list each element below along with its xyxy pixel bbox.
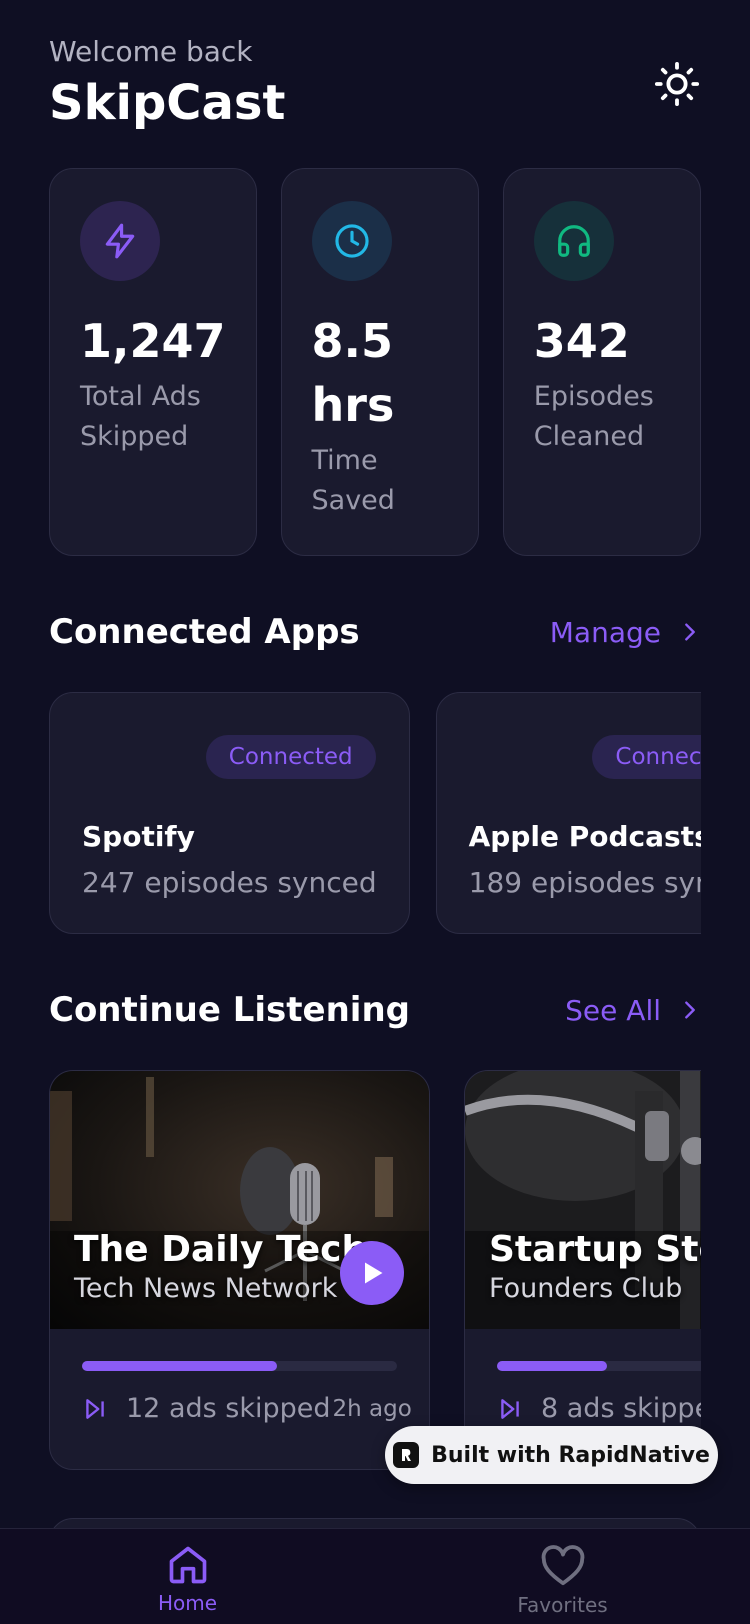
episode-title: The Daily Tech xyxy=(74,1229,368,1270)
home-icon xyxy=(169,1546,206,1584)
welcome-text: Welcome back xyxy=(49,35,253,68)
built-with-badge[interactable]: Built with RapidNative xyxy=(385,1426,718,1484)
episode-time-ago: 2h ago xyxy=(332,1395,412,1422)
sun-icon xyxy=(654,61,700,107)
nav-item-home[interactable]: Home xyxy=(0,1529,375,1624)
skip-forward-icon xyxy=(86,1398,104,1419)
app-name: Spotify xyxy=(82,820,195,853)
progress-fill xyxy=(497,1361,608,1371)
chevron-right-icon xyxy=(685,1001,695,1019)
episode-meta: 8 ads skipped xyxy=(497,1393,701,1424)
play-icon xyxy=(365,1262,383,1284)
play-button[interactable] xyxy=(340,1241,404,1305)
nav-item-favorites[interactable]: Favorites xyxy=(375,1529,750,1624)
ads-skipped-count: 12 ads skipped xyxy=(126,1393,331,1424)
stat-icon-wrap xyxy=(311,201,392,281)
continue-listening-header: Continue Listening See All xyxy=(49,986,701,1034)
theme-toggle-button[interactable] xyxy=(653,60,701,108)
stat-card-ads-skipped[interactable]: 1,247 Total Ads Skipped xyxy=(49,168,257,556)
progress-fill xyxy=(82,1361,278,1371)
stat-value: 342 xyxy=(533,314,630,368)
ads-skipped-count: 8 ads skipped xyxy=(541,1393,701,1424)
app-card-spotify[interactable]: Connected Spotify 247 episodes synced xyxy=(49,692,410,934)
status-badge: Connected xyxy=(592,735,701,779)
built-with-label: Built with RapidNative xyxy=(431,1442,710,1468)
stat-value: 1,247 xyxy=(80,314,226,368)
episode-author: Founders Club xyxy=(489,1273,683,1304)
nav-label: Home xyxy=(157,1591,218,1615)
heart-icon xyxy=(541,1545,584,1586)
episode-author: Tech News Network xyxy=(74,1273,338,1304)
stat-label: Time Saved xyxy=(311,445,395,516)
episode-artwork: The Daily Tech Tech News Network xyxy=(50,1071,429,1329)
app-title: SkipCast xyxy=(49,75,286,131)
app-card-apple-podcasts[interactable]: Connected Apple Podcasts 189 episodes sy… xyxy=(435,692,701,934)
connected-apps-header: Connected Apps Manage xyxy=(49,608,701,656)
stat-icon-wrap xyxy=(533,201,614,281)
stats-row: 1,247 Total Ads Skipped 8.5 hrs Time Sav… xyxy=(49,168,702,556)
clock-icon xyxy=(334,224,369,258)
manage-link[interactable]: Manage xyxy=(550,616,701,649)
app-sync-count: 189 episodes synced xyxy=(468,866,701,899)
connected-apps-carousel[interactable]: Connected Spotify 247 episodes synced Co… xyxy=(49,692,701,936)
bottom-nav: Home Favorites xyxy=(0,1528,750,1624)
stat-card-episodes-cleaned[interactable]: 342 Episodes Cleaned xyxy=(502,168,702,556)
episode-artwork: Startup Stories Founders Club xyxy=(465,1071,701,1329)
stat-icon-wrap xyxy=(80,201,160,281)
rapidnative-logo-icon xyxy=(393,1442,420,1468)
section-title: Continue Listening xyxy=(49,990,411,1030)
see-all-link[interactable]: See All xyxy=(565,994,701,1027)
episode-progress xyxy=(82,1361,397,1371)
app-screen: Welcome back SkipCast 1,247 Total Ads Sk… xyxy=(0,0,750,1624)
skip-forward-icon xyxy=(501,1398,519,1419)
header: Welcome back SkipCast xyxy=(49,34,701,134)
stat-value: 8.5 hrs xyxy=(311,314,395,432)
stat-card-time-saved[interactable]: 8.5 hrs Time Saved xyxy=(280,168,479,556)
status-badge: Connected xyxy=(205,735,376,779)
episode-card[interactable]: Startup Stories Founders Club 8 ads skip… xyxy=(464,1070,701,1470)
episode-progress xyxy=(497,1361,701,1371)
headphones-icon xyxy=(557,225,590,257)
episode-title: Startup Stories xyxy=(489,1229,701,1270)
app-name: Apple Podcasts xyxy=(468,820,701,853)
episode-card[interactable]: The Daily Tech Tech News Network 12 ads … xyxy=(49,1070,430,1470)
nav-label: Favorites xyxy=(517,1593,608,1617)
chevron-right-icon xyxy=(685,623,695,641)
manage-label: Manage xyxy=(549,615,661,649)
continue-listening-carousel[interactable]: The Daily Tech Tech News Network 12 ads … xyxy=(49,1070,701,1472)
zap-icon xyxy=(105,223,135,259)
stat-label: Total Ads Skipped xyxy=(80,381,201,452)
app-sync-count: 247 episodes synced xyxy=(82,866,377,899)
episode-meta: 12 ads skipped 2h ago xyxy=(82,1393,422,1424)
stat-label: Episodes Cleaned xyxy=(533,381,654,452)
see-all-label: See All xyxy=(565,993,661,1027)
section-title: Connected Apps xyxy=(49,612,360,652)
